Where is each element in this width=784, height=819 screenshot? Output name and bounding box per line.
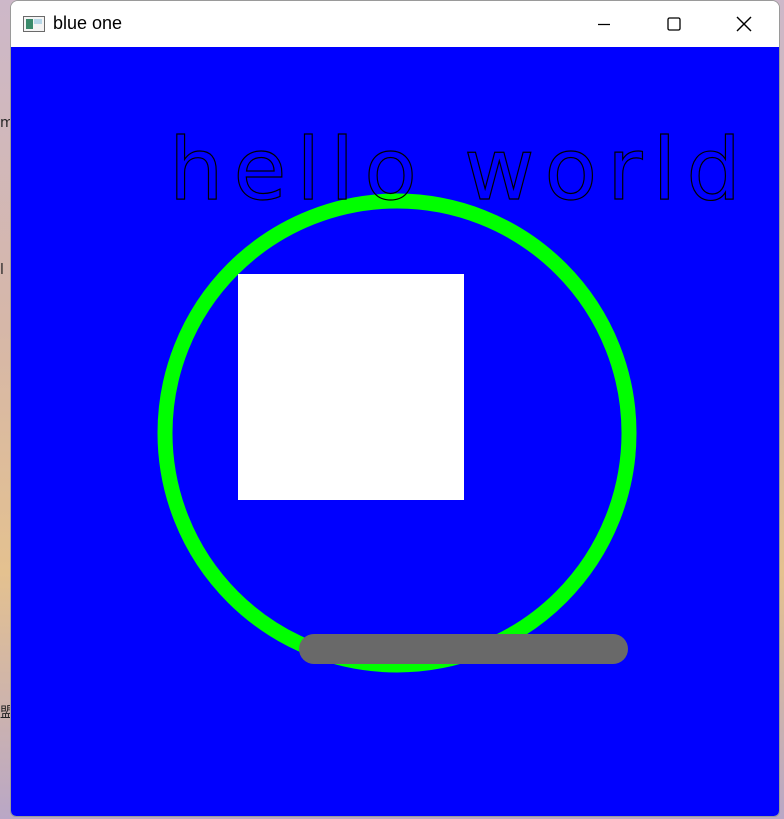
window-controls	[569, 1, 779, 46]
white-rectangle	[238, 274, 464, 500]
close-button[interactable]	[709, 1, 779, 46]
minimize-icon	[598, 23, 610, 25]
desktop-glyph: l	[0, 262, 4, 278]
maximize-button[interactable]	[639, 1, 709, 46]
app-window: blue one hello world	[10, 0, 780, 817]
hello-world-text: hello world	[169, 120, 751, 220]
canvas-drawing: hello world	[157, 119, 751, 673]
drawing-canvas[interactable]: hello world	[11, 47, 779, 816]
close-icon	[736, 16, 752, 31]
maximize-icon	[667, 16, 681, 31]
window-title: blue one	[53, 13, 123, 33]
minimize-button[interactable]	[569, 1, 639, 46]
title-bar[interactable]: blue one	[11, 1, 779, 46]
app-window-icon	[23, 15, 45, 32]
